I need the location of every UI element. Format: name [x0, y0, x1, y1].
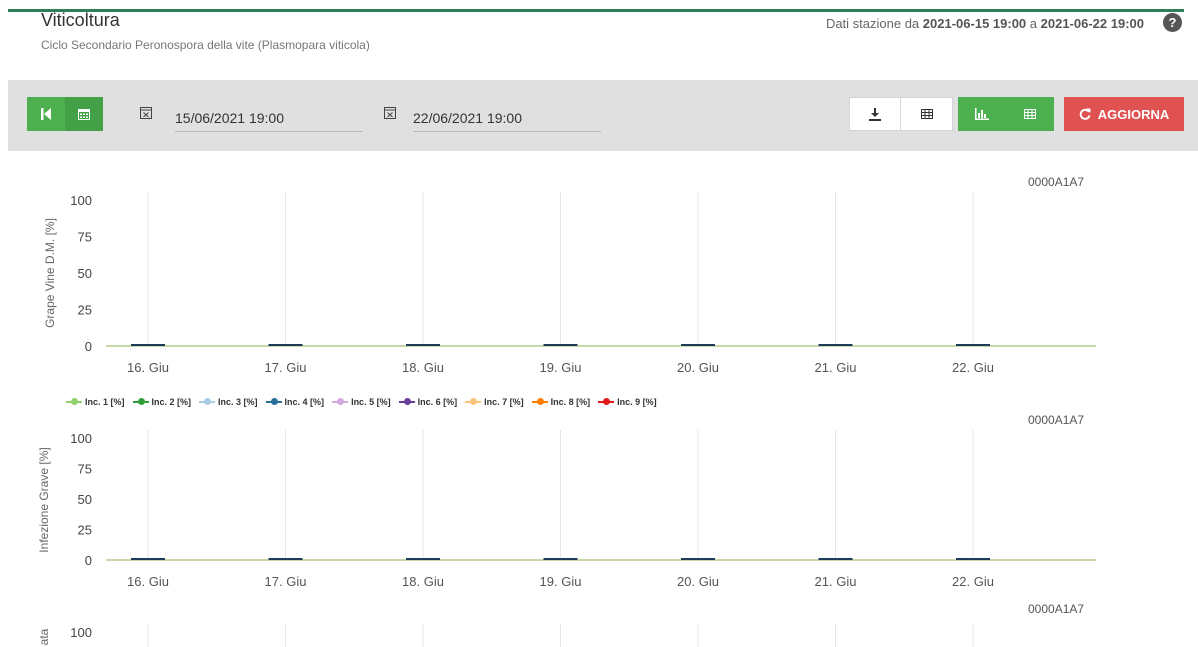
x-tick-label: 20. Giu — [677, 574, 719, 589]
x-tick-label: 19. Giu — [540, 360, 582, 375]
period-button-group — [27, 97, 103, 131]
calendar-icon — [78, 109, 90, 120]
bar-chart-icon — [975, 108, 989, 120]
range-from: 2021-06-15 19:00 — [922, 16, 1027, 31]
chart-view-button[interactable] — [958, 97, 1006, 131]
y-axis-label: Grape Vine D.M. [%] — [43, 218, 57, 328]
chart-plot-area: 100 75 50 25 0 Infezione Grave [%] 16. Giu 17. … — [37, 430, 1096, 589]
x-tick-label: 22. Giu — [952, 360, 994, 375]
range-mid: a — [1029, 16, 1038, 31]
y-axis-label: ata — [37, 628, 51, 645]
range-prefix: Dati stazione da — [825, 16, 920, 31]
skip-back-button[interactable] — [27, 97, 65, 131]
header-accent-line — [8, 9, 1184, 12]
y-tick-label: 75 — [78, 462, 92, 477]
chart-infezione-grave: 0000A1A7 100 75 50 25 0 Infezione Grave [%] 16… — [8, 400, 1190, 600]
x-tick-label: 17. Giu — [265, 360, 307, 375]
x-tick-label: 16. Giu — [127, 360, 169, 375]
table-icon — [920, 109, 933, 119]
y-tick-label: 25 — [78, 303, 92, 318]
y-tick-label: 0 — [85, 339, 92, 354]
y-tick-label: 50 — [78, 492, 92, 507]
x-tick-label: 22. Giu — [952, 574, 994, 589]
export-table-button[interactable] — [901, 97, 953, 131]
chart-plot-area: 100 75 50 25 0 Grape Vine D.M. [%] 16. Giu 17. … — [43, 192, 1096, 375]
x-tick-label: 19. Giu — [540, 574, 582, 589]
chart-grape-vine-dm: 0000A1A7 100 75 50 25 0 Grape Vine D.M. [%] 16… — [8, 160, 1190, 390]
download-icon — [869, 107, 881, 121]
x-tick-label: 16. Giu — [127, 574, 169, 589]
x-tick-label: 21. Giu — [815, 574, 857, 589]
refresh-label: AGGIORNA — [1097, 106, 1170, 122]
x-tick-label: 17. Giu — [265, 574, 307, 589]
chart-third: 0000A1A7 100 ata — [8, 592, 1190, 647]
x-tick-label: 18. Giu — [402, 574, 444, 589]
y-tick-label: 0 — [85, 553, 92, 568]
y-tick-label: 25 — [78, 523, 92, 538]
table-view-button[interactable] — [1006, 97, 1054, 131]
y-tick-label: 100 — [70, 625, 92, 640]
station-date-range: Dati stazione da 2021-06-15 19:00 a 2021… — [826, 16, 1144, 31]
date-from-input[interactable]: 15/06/2021 19:00 — [175, 108, 363, 132]
calendar-button[interactable] — [65, 97, 103, 131]
skip-back-icon — [41, 108, 51, 120]
table-view-icon — [1024, 109, 1036, 119]
toolbar: 15/06/2021 19:00 22/06/2021 19:00 AGGIOR… — [8, 80, 1198, 151]
export-button-group — [849, 97, 953, 131]
y-axis-label: Infezione Grave [%] — [37, 447, 51, 552]
x-tick-label: 20. Giu — [677, 360, 719, 375]
view-button-group — [958, 97, 1054, 131]
x-tick-label: 21. Giu — [815, 360, 857, 375]
y-tick-label: 50 — [78, 266, 92, 281]
x-tick-label: 18. Giu — [402, 360, 444, 375]
refresh-button[interactable]: AGGIORNA — [1064, 97, 1184, 131]
download-button[interactable] — [849, 97, 901, 131]
page-subtitle: Ciclo Secondario Peronospora della vite … — [41, 38, 370, 52]
chart-plot-area: 100 ata — [37, 624, 974, 647]
question-circle-icon[interactable]: ? — [1163, 13, 1182, 32]
range-to: 2021-06-22 19:00 — [1040, 16, 1144, 31]
y-tick-label: 100 — [70, 431, 92, 446]
page-title: Viticoltura — [41, 10, 120, 30]
y-tick-label: 75 — [78, 230, 92, 245]
y-tick-label: 100 — [70, 193, 92, 208]
date-from-calendar-icon[interactable] — [140, 106, 152, 119]
date-to-calendar-icon[interactable] — [384, 106, 396, 119]
date-to-input[interactable]: 22/06/2021 19:00 — [413, 108, 601, 132]
refresh-icon — [1079, 108, 1091, 120]
